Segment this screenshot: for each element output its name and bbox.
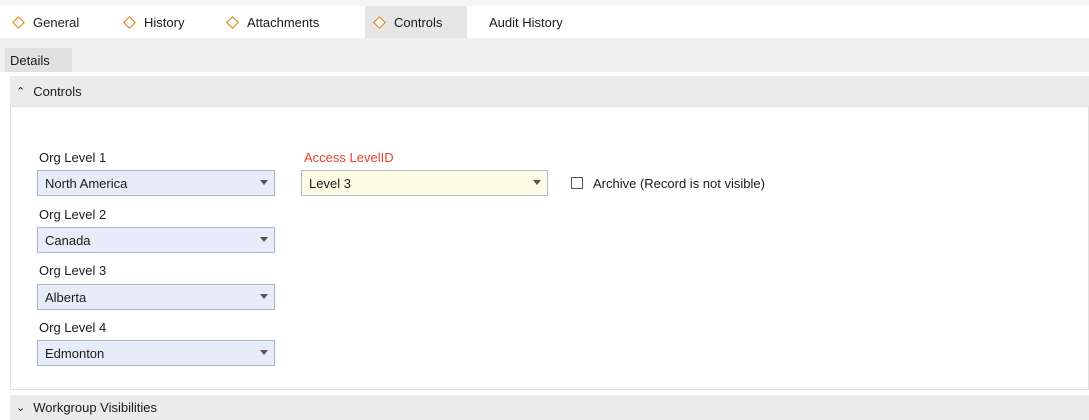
- dropdown-arrow-icon: [260, 237, 268, 242]
- org-level-2-value: Canada: [45, 232, 91, 248]
- diamond-icon: [123, 15, 136, 29]
- tab-label: Attachments: [247, 14, 320, 30]
- tab-general[interactable]: General: [12, 6, 79, 38]
- org-level-1-label: Org Level 1: [39, 150, 107, 165]
- chevron-down-double-icon: ⌄: [16, 402, 26, 414]
- dropdown-arrow-icon: [260, 180, 268, 185]
- tab-attachments[interactable]: Attachments: [226, 6, 319, 38]
- org-level-4-value: Edmonton: [45, 345, 105, 361]
- org-level-4-select[interactable]: Edmonton: [37, 340, 275, 366]
- diamond-icon: [373, 15, 386, 29]
- org-level-2-select[interactable]: Canada: [37, 227, 275, 253]
- section-title: Controls: [33, 83, 82, 99]
- tab-label: General: [33, 14, 80, 30]
- org-level-1-value: North America: [45, 175, 128, 191]
- org-level-2-label: Org Level 2: [39, 207, 107, 222]
- chevron-up-double-icon: ⌃: [16, 85, 26, 98]
- tab-bar: General History Attachments Controls Aud…: [0, 0, 1089, 38]
- diamond-icon: [12, 15, 25, 29]
- org-level-3-value: Alberta: [45, 289, 87, 305]
- tab-label: History: [144, 14, 185, 30]
- tab-audit-history[interactable]: Audit History: [489, 6, 563, 38]
- controls-section-header[interactable]: ⌃ Controls: [10, 76, 1089, 106]
- tab-controls[interactable]: Controls: [365, 6, 467, 38]
- diamond-icon: [226, 15, 239, 29]
- org-level-3-select[interactable]: Alberta: [37, 284, 275, 310]
- archive-label[interactable]: Archive (Record is not visible): [593, 176, 765, 191]
- tab-history[interactable]: History: [123, 6, 184, 38]
- access-level-select[interactable]: Level 3: [301, 170, 548, 196]
- section-title: Workgroup Visibilities: [33, 400, 158, 415]
- subtab-bar: Details: [0, 38, 1089, 72]
- org-level-3-label: Org Level 3: [39, 263, 107, 278]
- access-level-value: Level 3: [309, 175, 351, 191]
- dropdown-arrow-icon: [533, 180, 541, 185]
- dropdown-arrow-icon: [260, 350, 268, 355]
- subtab-label: Details: [10, 52, 50, 68]
- subtab-details[interactable]: Details: [5, 48, 72, 72]
- org-level-1-select[interactable]: North America: [37, 170, 275, 196]
- dropdown-arrow-icon: [260, 294, 268, 299]
- archive-checkbox[interactable]: [571, 177, 583, 189]
- org-level-4-label: Org Level 4: [39, 320, 107, 335]
- tab-label: Audit History: [489, 14, 563, 30]
- access-level-label: Access LevelID: [304, 150, 394, 165]
- tab-label: Controls: [394, 14, 443, 30]
- workgroup-section-header[interactable]: ⌄ Workgroup Visibilities: [10, 395, 1089, 420]
